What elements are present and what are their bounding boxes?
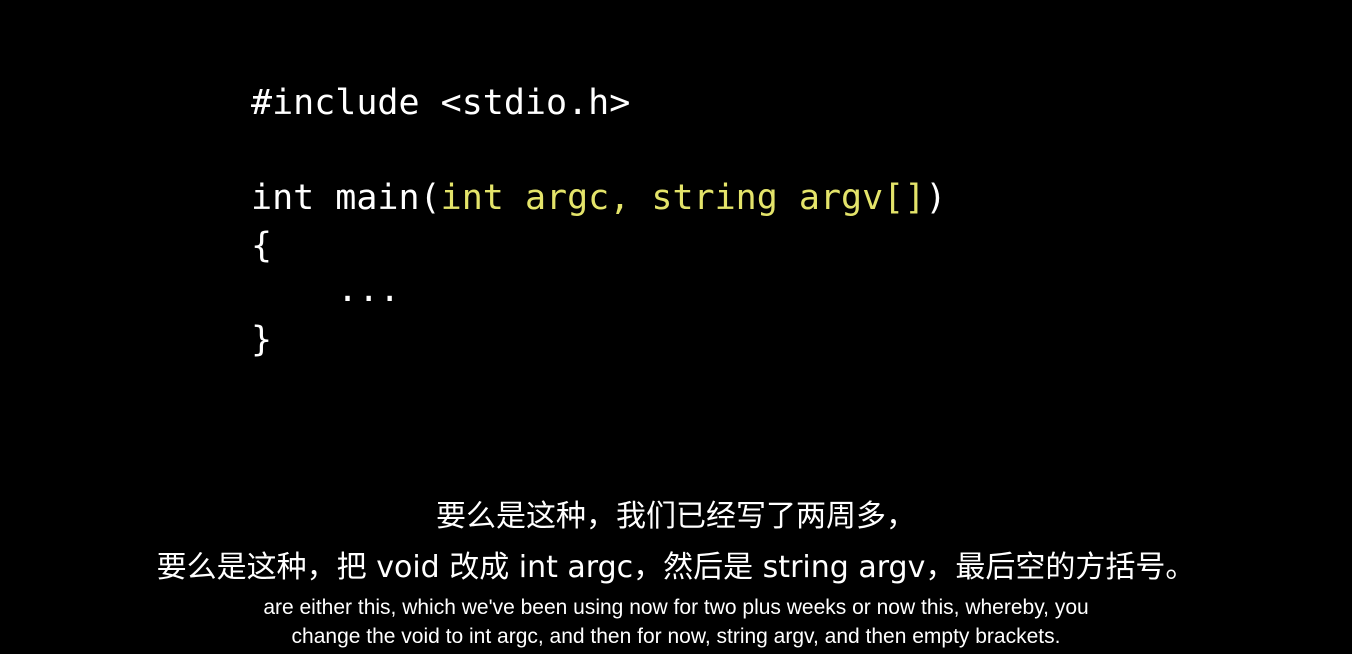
code-signature-params: int argc, string argv[] bbox=[440, 178, 926, 218]
subtitle-zh-line1: 要么是这种，我们已经写了两周多， bbox=[436, 499, 916, 534]
code-body-ellipsis: ... bbox=[337, 270, 401, 310]
subtitle-en-line2: change the void to int argc, and then fo… bbox=[291, 625, 1061, 648]
subtitle-zh-line2: 要么是这种，把 void 改成 int argc，然后是 string argv… bbox=[156, 550, 1196, 585]
subtitle-zh-line2-container: 要么是这种，把 void 改成 int argc，然后是 string argv… bbox=[0, 553, 1352, 583]
code-signature-prefix: int main( bbox=[251, 178, 441, 218]
code-close-brace: } bbox=[251, 320, 273, 360]
subtitle-en-line1: are either this, which we've been using … bbox=[263, 596, 1089, 619]
code-signature-suffix: ) bbox=[925, 178, 947, 218]
subtitle-en-line1-container: are either this, which we've been using … bbox=[0, 597, 1352, 618]
code-main-signature: int main(int argc, string argv[]) bbox=[251, 181, 946, 216]
subtitle-zh-line1-container: 要么是这种，我们已经写了两周多， bbox=[0, 502, 1352, 532]
code-include-line: #include <stdio.h> bbox=[251, 83, 631, 123]
code-open-brace: { bbox=[251, 226, 273, 266]
subtitle-en-line2-container: change the void to int argc, and then fo… bbox=[0, 626, 1352, 647]
